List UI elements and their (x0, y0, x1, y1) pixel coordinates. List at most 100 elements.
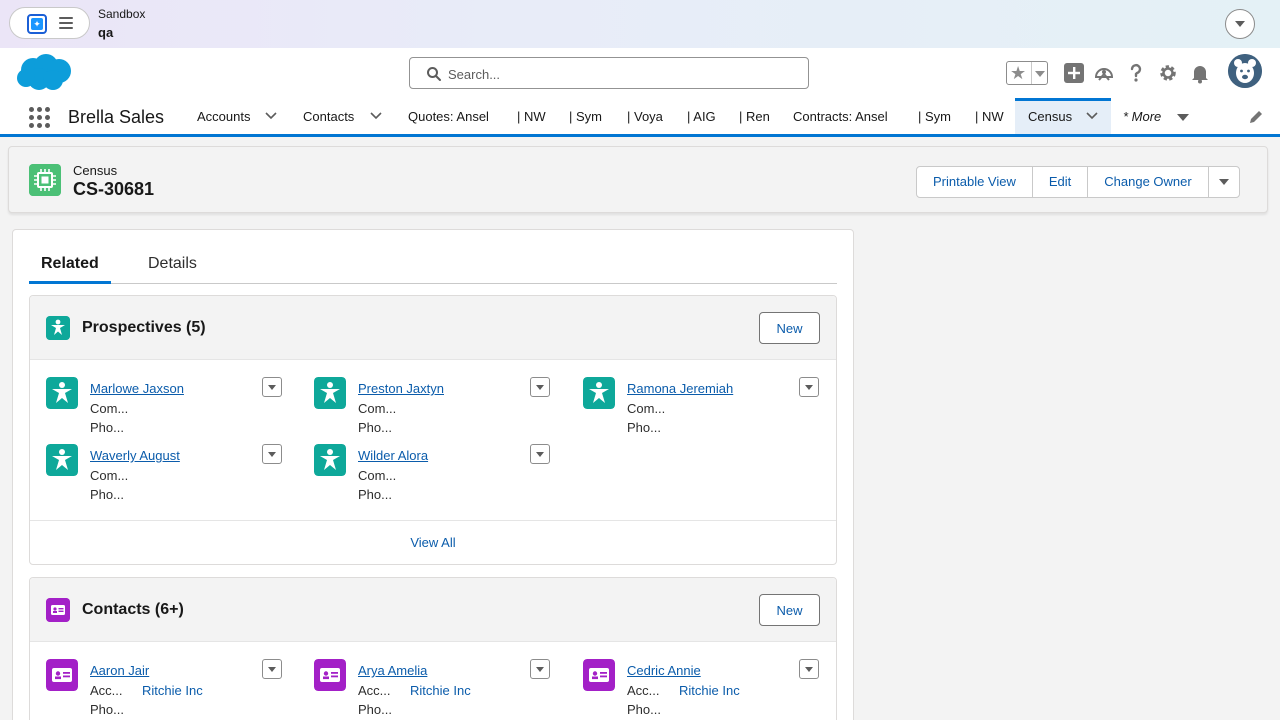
tab-details[interactable]: Details (148, 255, 197, 273)
census-record-icon (29, 164, 61, 196)
active-tab-indicator (29, 281, 111, 284)
user-avatar[interactable] (1228, 54, 1262, 88)
nav-more-menu[interactable]: * More (1123, 98, 1161, 134)
tab-related[interactable]: Related (41, 255, 99, 273)
related-panel: Related Details Prospectives (5) New Mar… (12, 229, 854, 720)
chevron-down-icon (1218, 179, 1229, 185)
sandbox-org-name: qa (98, 25, 114, 40)
row-actions-button[interactable] (530, 659, 550, 679)
chevron-down-icon[interactable] (265, 112, 277, 120)
sandbox-dropdown-button[interactable] (1225, 9, 1255, 39)
nav-item-label: Contacts (303, 109, 355, 124)
record-link[interactable]: Marlowe Jaxson (90, 381, 184, 396)
change-owner-button[interactable]: Change Owner (1087, 166, 1209, 198)
search-input[interactable] (448, 63, 798, 85)
view-all-link[interactable]: View All (30, 520, 836, 564)
chevron-down-icon (1235, 21, 1245, 27)
menu-icon[interactable] (59, 17, 73, 29)
field-label: Pho... (358, 420, 392, 435)
nav-item-quotes-nw[interactable]: | NW (517, 98, 546, 134)
contact-icon (314, 659, 346, 691)
nav-item-quotes-ansel[interactable]: Quotes: Ansel (408, 98, 489, 134)
record-link[interactable]: Preston Jaxtyn (358, 381, 444, 396)
notifications-bell-icon[interactable] (1189, 62, 1211, 84)
nav-item-quotes-voya[interactable]: | Voya (627, 98, 663, 134)
chevron-down-icon[interactable] (1177, 114, 1189, 121)
global-actions-icon[interactable] (1063, 62, 1085, 84)
related-list-title[interactable]: Contacts (6+) (82, 601, 184, 619)
field-label: Acc... (90, 683, 123, 698)
app-launcher-icon[interactable] (29, 107, 51, 129)
gear-icon[interactable] (1157, 62, 1179, 84)
record-link[interactable]: Ramona Jeremiah (627, 381, 733, 396)
global-header: ★ (0, 48, 1280, 98)
row-actions-button[interactable] (262, 377, 282, 397)
edit-button[interactable]: Edit (1031, 166, 1089, 198)
nav-item-label: Census (1028, 109, 1073, 124)
prospective-icon (46, 444, 78, 476)
new-prospective-button[interactable]: New (759, 312, 820, 344)
row-actions-button[interactable] (530, 377, 550, 397)
list-item: Waverly August Com... Pho... (46, 444, 286, 506)
field-label: Com... (627, 401, 666, 416)
nav-item-quotes-ren[interactable]: | Ren (739, 98, 770, 134)
nav-item-contracts-sym[interactable]: | Sym (918, 98, 951, 134)
account-link[interactable]: Ritchie Inc (142, 683, 203, 698)
global-search[interactable] (409, 57, 809, 89)
list-item: Arya Amelia Acc... Ritchie Inc Pho... (314, 659, 554, 720)
field-label: Acc... (627, 683, 660, 698)
salesforce-cloud-icon[interactable] (15, 52, 75, 94)
field-label: Com... (90, 468, 129, 483)
app-launcher-pill[interactable]: ✦ (9, 7, 90, 39)
nav-item-quotes-aig[interactable]: | AIG (687, 98, 716, 134)
nav-item-accounts[interactable]: Accounts (197, 98, 277, 134)
chevron-down-icon[interactable] (370, 112, 382, 120)
agentforce-icon[interactable]: ✦ (27, 14, 47, 34)
record-header: Census CS-30681 Printable View Edit Chan… (8, 146, 1268, 213)
search-icon (427, 67, 441, 81)
contact-icon (46, 659, 78, 691)
star-icon[interactable]: ★ (1010, 63, 1026, 83)
record-link[interactable]: Aaron Jair (90, 663, 149, 678)
row-actions-button[interactable] (262, 659, 282, 679)
record-link[interactable]: Arya Amelia (358, 663, 427, 678)
field-label: Com... (358, 468, 397, 483)
chevron-down-icon (536, 452, 544, 457)
printable-view-button[interactable]: Printable View (916, 166, 1033, 198)
record-name: CS-30681 (73, 179, 155, 199)
account-link[interactable]: Ritchie Inc (410, 683, 471, 698)
nav-item-contacts[interactable]: Contacts (303, 98, 382, 134)
sandbox-label: Sandbox (98, 7, 146, 21)
related-list-title[interactable]: Prospectives (5) (82, 319, 206, 337)
account-link[interactable]: Ritchie Inc (679, 683, 740, 698)
record-link[interactable]: Cedric Annie (627, 663, 701, 678)
nav-item-census[interactable]: Census (1028, 98, 1098, 134)
chevron-down-icon[interactable] (1035, 71, 1045, 77)
list-item: Wilder Alora Com... Pho... (314, 444, 554, 506)
help-icon[interactable] (1125, 62, 1147, 84)
chevron-down-icon (268, 667, 276, 672)
field-label: Com... (90, 401, 129, 416)
row-actions-button[interactable] (799, 659, 819, 679)
nav-item-contracts-nw[interactable]: | NW (975, 98, 1004, 134)
row-actions-button[interactable] (262, 444, 282, 464)
row-actions-button[interactable] (799, 377, 819, 397)
chevron-down-icon[interactable] (1086, 112, 1098, 120)
record-tabs: Related Details (29, 248, 837, 284)
row-actions-button[interactable] (530, 444, 550, 464)
new-contact-button[interactable]: New (759, 594, 820, 626)
more-actions-button[interactable] (1207, 166, 1240, 198)
favorites-button-group[interactable]: ★ (1006, 61, 1048, 85)
prospective-icon (583, 377, 615, 409)
chevron-down-icon (805, 385, 813, 390)
record-link[interactable]: Waverly August (90, 448, 180, 463)
trailhead-icon[interactable] (1093, 62, 1115, 84)
field-label: Pho... (627, 702, 661, 717)
record-link[interactable]: Wilder Alora (358, 448, 428, 463)
nav-item-contracts-ansel[interactable]: Contracts: Ansel (793, 98, 888, 134)
prospective-icon (46, 316, 70, 340)
contact-icon (46, 598, 70, 622)
list-item: Cedric Annie Acc... Ritchie Inc Pho... (583, 659, 823, 720)
nav-item-quotes-sym[interactable]: | Sym (569, 98, 602, 134)
edit-nav-pencil-icon[interactable] (1248, 109, 1264, 125)
